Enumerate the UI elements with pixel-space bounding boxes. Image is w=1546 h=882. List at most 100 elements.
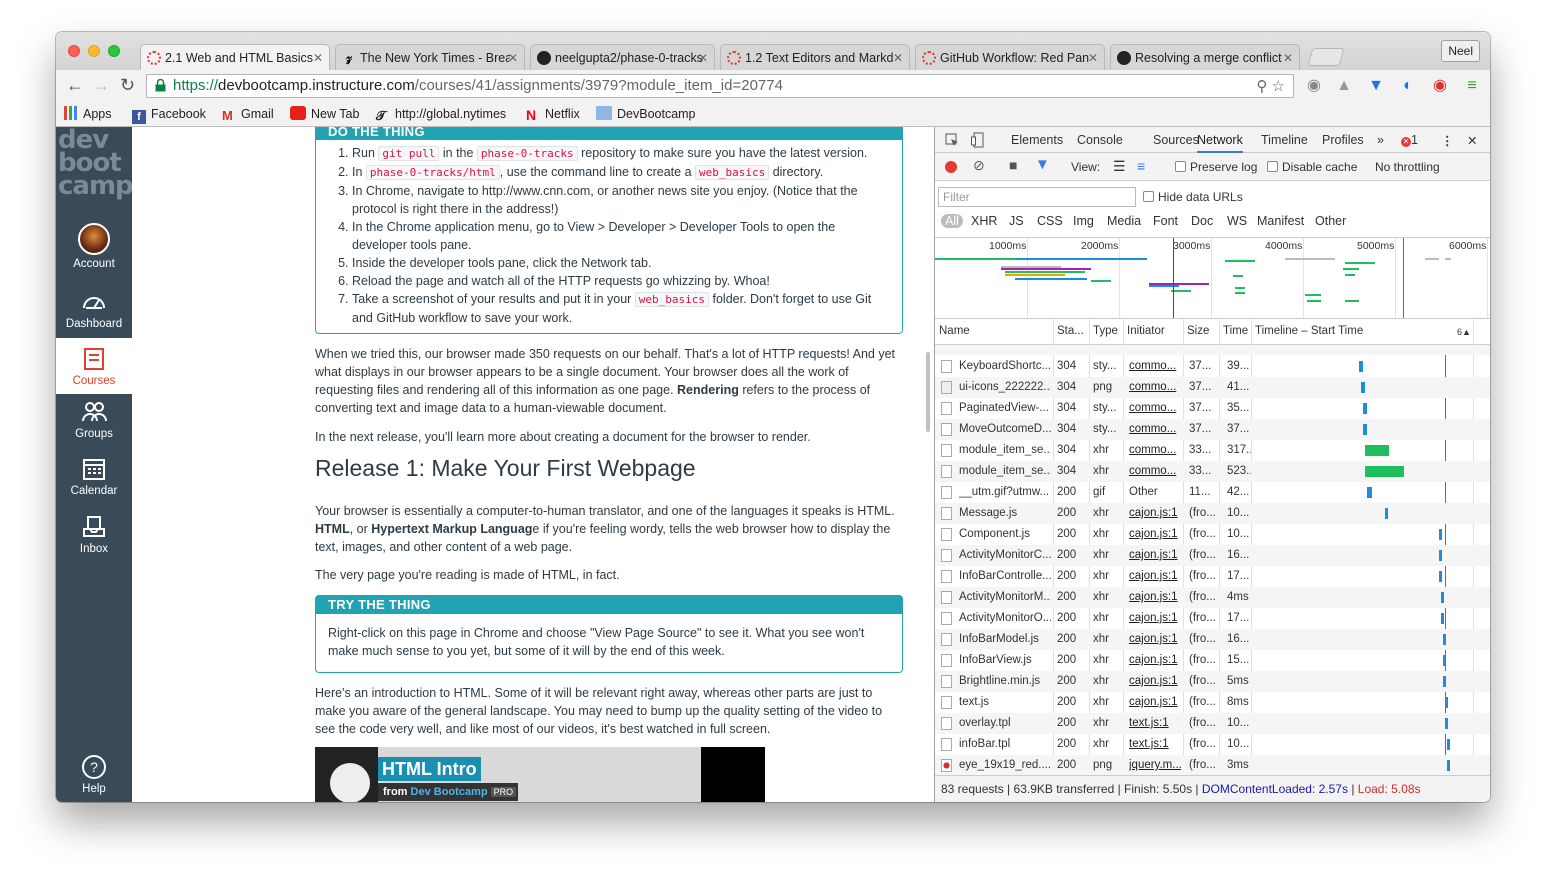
browser-tab[interactable]: Resolving a merge conflict ✕ [1110, 44, 1300, 70]
request-initiator[interactable]: commo... [1129, 377, 1181, 398]
vimeo-icon[interactable]: ▼ [1366, 76, 1386, 96]
close-tab-icon[interactable]: ✕ [893, 45, 903, 70]
request-initiator[interactable]: cajon.js:1 [1129, 608, 1181, 629]
close-tab-icon[interactable]: ✕ [698, 45, 708, 70]
video-player[interactable]: HTML Intro from Dev Bootcamp PRO [315, 747, 765, 802]
content-scrollbar[interactable] [926, 352, 930, 432]
request-row[interactable]: MoveOutcomeD... 304 sty... commo... 37... 37.… [935, 419, 1490, 440]
close-tab-icon[interactable]: ✕ [1283, 45, 1293, 70]
type-filter-ws[interactable]: WS [1227, 214, 1247, 228]
column-size[interactable]: Size [1187, 325, 1209, 337]
more-tabs-button[interactable]: » [1377, 133, 1384, 147]
bookmark-apps[interactable]: Apps [64, 106, 112, 122]
request-initiator[interactable]: commo... [1129, 440, 1181, 461]
type-filter-manifest[interactable]: Manifest [1257, 214, 1304, 228]
devtools-tab-timeline[interactable]: Timeline [1261, 133, 1308, 147]
request-initiator[interactable]: commo... [1129, 356, 1181, 377]
column-initiator[interactable]: Initiator [1127, 325, 1165, 337]
type-filter-media[interactable]: Media [1107, 214, 1141, 228]
browser-tab[interactable]: GitHub Workflow: Red Pan ✕ [915, 44, 1105, 70]
nav-account[interactable]: Account [56, 223, 132, 270]
request-row[interactable]: module_item_se... 304 xhr commo... 33... 317.… [935, 440, 1490, 461]
type-filter-all[interactable]: All [941, 214, 963, 228]
back-arrow-icon[interactable]: ← [66, 75, 84, 96]
column-name[interactable]: Name [939, 325, 970, 337]
devtools-tab-sources[interactable]: Sources [1153, 133, 1199, 147]
request-row[interactable]: InfoBarControlle... 200 xhr cajon.js:1 (fro.… [935, 566, 1490, 587]
profile-button[interactable]: Neel [1441, 40, 1480, 62]
bookmark-facebook[interactable]: f Facebook [132, 106, 206, 124]
bookmark-star-icon[interactable]: ☆ [1272, 78, 1285, 95]
large-rows-icon[interactable]: ☰ [1113, 158, 1126, 175]
forward-arrow-icon[interactable]: → [92, 75, 110, 96]
request-initiator[interactable]: commo... [1129, 419, 1181, 440]
column-type[interactable]: Type [1093, 325, 1118, 337]
request-initiator[interactable]: cajon.js:1 [1129, 629, 1181, 650]
drive-icon[interactable]: ▲ [1334, 76, 1354, 96]
request-row[interactable]: InfoBarView.js 200 xhr cajon.js:1 (fro... 15.… [935, 650, 1490, 671]
capture-screenshots-icon[interactable]: ■ [1009, 157, 1017, 173]
request-row[interactable]: __utm.gif?utmw... 200 gif Other 11... 42... [935, 482, 1490, 503]
request-row[interactable]: Component.js 200 xhr cajon.js:1 (fro... 10... [935, 524, 1490, 545]
request-row[interactable]: text.js 200 xhr cajon.js:1 (fro... 8ms [935, 692, 1490, 713]
request-row[interactable]: KeyboardShortc... 304 sty... commo... 37... 3… [935, 356, 1490, 377]
menu-icon[interactable]: ≡ [1462, 76, 1482, 96]
nav-inbox[interactable]: Inbox [56, 514, 132, 555]
type-filter-xhr[interactable]: XHR [971, 214, 997, 228]
minimize-window-button[interactable] [88, 45, 100, 57]
devbootcamp-logo[interactable]: dev boot camp [58, 127, 134, 199]
bookmark-new-tab[interactable]: New Tab [290, 106, 359, 122]
close-tab-icon[interactable]: ✕ [313, 45, 323, 70]
preserve-log-checkbox[interactable]: Preserve log [1175, 160, 1257, 174]
request-initiator[interactable]: cajon.js:1 [1129, 566, 1181, 587]
inspect-icon[interactable] [945, 133, 959, 147]
filter-input[interactable]: Filter [938, 187, 1136, 207]
disable-cache-checkbox[interactable]: Disable cache [1267, 160, 1357, 174]
request-initiator[interactable]: commo... [1129, 461, 1181, 482]
zoom-icon[interactable]: ⚲ [1256, 78, 1267, 95]
nav-courses[interactable]: Courses [56, 338, 132, 394]
throttling-select[interactable]: No throttling [1375, 160, 1440, 174]
browser-tab[interactable]: 1.2 Text Editors and Markd ✕ [720, 44, 910, 70]
request-initiator[interactable]: cajon.js:1 [1129, 524, 1181, 545]
type-filter-js[interactable]: JS [1009, 214, 1024, 228]
reload-icon[interactable]: ↻ [120, 75, 135, 96]
browser-tab[interactable]: 2.1 Web and HTML Basics ✕ [140, 44, 330, 70]
browser-tab[interactable]: neelgupta2/phase-0-tracks ✕ [530, 44, 715, 70]
devtools-menu-icon[interactable]: ⋮ [1441, 133, 1454, 148]
request-row[interactable]: ActivityMonitorM... 200 xhr cajon.js:1 (fro.… [935, 587, 1490, 608]
devtools-tab-network[interactable]: Network [1197, 133, 1243, 153]
error-counter[interactable]: ✕ 1 [1401, 133, 1418, 147]
nav-groups[interactable]: Groups [56, 399, 132, 440]
request-row[interactable]: PaginatedView-... 304 sty... commo... 37... 3… [935, 398, 1490, 419]
timeline-sort-indicator[interactable]: 6▲ [1457, 327, 1471, 337]
close-tab-icon[interactable]: ✕ [1088, 45, 1098, 70]
type-filter-doc[interactable]: Doc [1191, 214, 1213, 228]
filter-icon[interactable]: ▼ [1035, 156, 1050, 173]
request-row[interactable]: InfoBarModel.js 200 xhr cajon.js:1 (fro... 16… [935, 629, 1490, 650]
browser-tab[interactable]: 𝓏 The New York Times - Brea ✕ [335, 44, 525, 70]
request-initiator[interactable]: cajon.js:1 [1129, 671, 1181, 692]
hide-data-urls-checkbox[interactable]: Hide data URLs [1143, 190, 1243, 204]
request-row[interactable]: ActivityMonitorC... 200 xhr cajon.js:1 (fro.… [935, 545, 1490, 566]
eye-icon[interactable]: ◉ [1430, 76, 1450, 96]
bookmark-devbootcamp[interactable]: DevBootcamp [596, 106, 696, 122]
request-row[interactable]: ui-icons_222222... 304 png commo... 37... 41.… [935, 377, 1490, 398]
column-status[interactable]: Sta... [1057, 325, 1084, 337]
extension-circle-icon[interactable]: ◉ [1304, 76, 1324, 96]
type-filter-css[interactable]: CSS [1037, 214, 1063, 228]
column-timeline[interactable]: Timeline – Start Time [1255, 325, 1363, 337]
close-devtools-icon[interactable]: ✕ [1467, 133, 1477, 148]
nav-dashboard[interactable]: Dashboard [56, 289, 132, 330]
request-row[interactable]: ActivityMonitorO... 200 xhr cajon.js:1 (fro.… [935, 608, 1490, 629]
overview-icon[interactable]: ≡ [1137, 158, 1145, 174]
request-initiator[interactable]: cajon.js:1 [1129, 545, 1181, 566]
devtools-tab-console[interactable]: Console [1077, 133, 1123, 147]
request-row[interactable]: eye_19x19_red.... 200 png jquery.m... (fro..… [935, 755, 1490, 776]
request-row[interactable]: Brightline.min.js 200 xhr cajon.js:1 (fro...… [935, 671, 1490, 692]
request-row[interactable]: overlay.tpl 200 xhr text.js:1 (fro... 10... [935, 713, 1490, 734]
devtools-tab-elements[interactable]: Elements [1011, 133, 1063, 147]
request-initiator[interactable]: cajon.js:1 [1129, 503, 1181, 524]
request-row[interactable]: module_item_se... 304 xhr commo... 33... 523.… [935, 461, 1490, 482]
request-row[interactable]: infoBar.tpl 200 xhr text.js:1 (fro... 10... [935, 734, 1490, 755]
